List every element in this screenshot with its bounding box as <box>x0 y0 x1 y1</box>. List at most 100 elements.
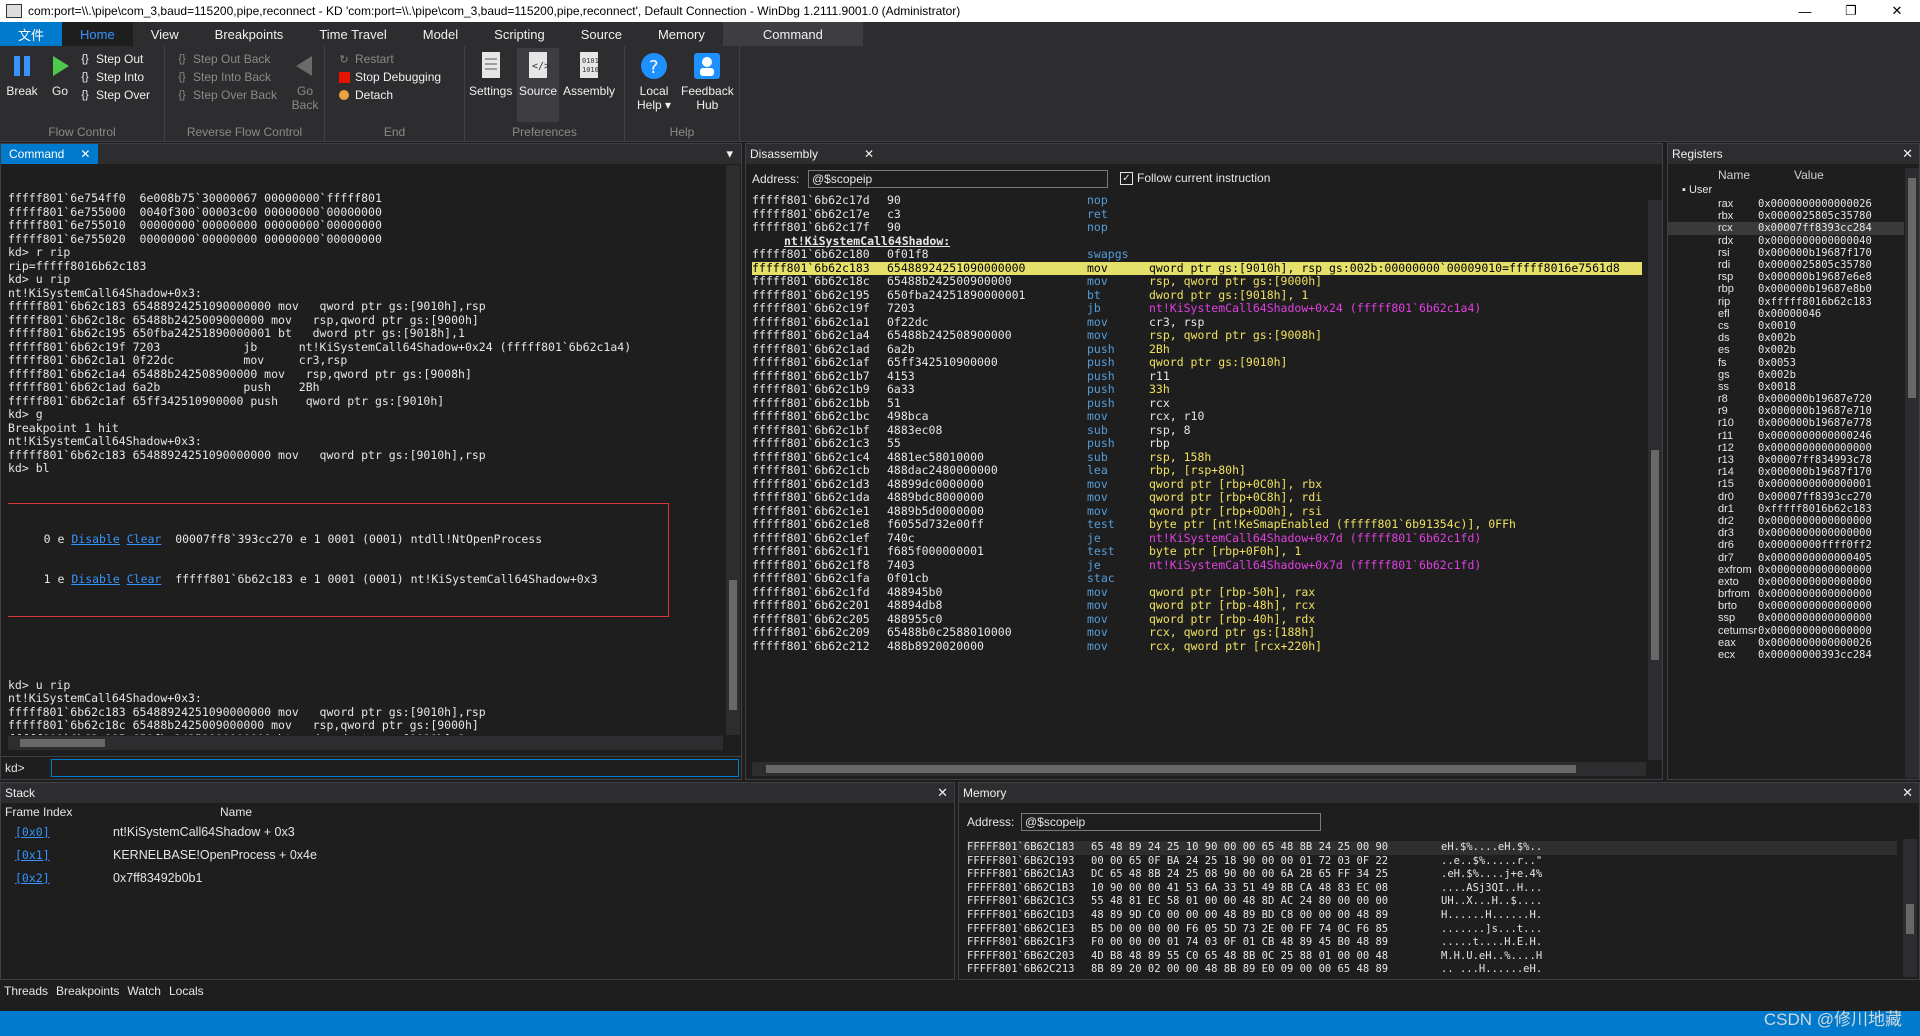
memory-row[interactable]: FFFFF801`6B62C1A3 DC 65 48 8B 24 25 08 90… <box>967 868 1897 882</box>
minimize-button[interactable]: — <box>1782 0 1828 22</box>
step-into-button[interactable]: {} Step Into <box>78 70 144 84</box>
register-row[interactable]: rcx 0x00007ff8393cc284 <box>1668 222 1904 235</box>
register-row[interactable]: efl 0x00000046 <box>1668 308 1904 320</box>
register-row[interactable]: brfrom 0x0000000000000000 <box>1668 588 1904 600</box>
register-row[interactable]: cetumsr 0x0000000000000000 <box>1668 625 1904 637</box>
memory-address-input[interactable]: @$scopeip <box>1021 813 1321 831</box>
menu-memory[interactable]: Memory <box>640 22 723 46</box>
memory-row[interactable]: FFFFF801`6B62C213 8B 89 20 02 00 00 48 8B… <box>967 963 1897 977</box>
memory-vscroll-thumb[interactable] <box>1906 904 1914 934</box>
register-row[interactable]: fs 0x0053 <box>1668 356 1904 369</box>
disasm-vscroll-thumb[interactable] <box>1651 450 1659 660</box>
feedback-hub-button[interactable]: Feedback Hub <box>681 50 734 112</box>
address-input[interactable]: @$scopeip <box>808 170 1108 188</box>
go-button[interactable]: Go <box>44 50 76 98</box>
tab-memory[interactable]: Memory <box>963 786 1006 800</box>
step-over-back-button[interactable]: {} Step Over Back <box>175 88 277 102</box>
disasm-vscrollbar[interactable] <box>1648 200 1662 760</box>
step-out-back-button[interactable]: {} Step Out Back <box>175 52 270 66</box>
disasm-row[interactable]: fffff801`6b62c212 488b8920020000 mov rcx, q… <box>752 639 1642 654</box>
command-input[interactable] <box>51 758 739 777</box>
tab-threads[interactable]: Threads <box>0 984 48 998</box>
bp1-disable-link[interactable]: Disable <box>71 572 119 586</box>
memory-row[interactable]: FFFFF801`6B62C1C3 55 48 81 EC 58 01 00 00… <box>967 895 1897 909</box>
follow-current-checkbox[interactable]: ✓ Follow current instruction <box>1120 171 1270 185</box>
register-row[interactable]: r8 0x000000b19687e720 <box>1668 393 1904 405</box>
disasm-row[interactable]: fffff801`6b62c1bb 51 push rcx <box>752 396 1642 411</box>
close-icon[interactable]: ✕ <box>1902 785 1913 801</box>
register-row[interactable]: rbp 0x000000b19687e8b0 <box>1668 283 1904 295</box>
register-row[interactable]: rbx 0x0000025805c35780 <box>1668 210 1904 222</box>
disasm-row[interactable]: fffff801`6b62c1b9 6a33 push 33h <box>752 382 1642 397</box>
close-icon[interactable]: ✕ <box>80 147 90 161</box>
disasm-row[interactable]: fffff801`6b62c17e c3 ret <box>752 207 1642 222</box>
disasm-row[interactable]: fffff801`6b62c1ad 6a2b push 2Bh <box>752 342 1642 357</box>
disasm-row[interactable]: fffff801`6b62c1f8 7403 je nt!KiSystemCall64… <box>752 558 1642 573</box>
register-row[interactable]: rdx 0x0000000000000040 <box>1668 235 1904 247</box>
bp0-disable-link[interactable]: Disable <box>71 532 119 546</box>
close-button[interactable]: ✕ <box>1874 0 1920 22</box>
memory-row[interactable]: FFFFF801`6B62C1E3 B5 D0 00 00 00 F6 05 5D… <box>967 923 1897 937</box>
bp1-clear-link[interactable]: Clear <box>127 572 162 586</box>
stop-debugging-button[interactable]: Stop Debugging <box>337 70 441 84</box>
register-row[interactable]: r15 0x0000000000000001 <box>1668 478 1904 490</box>
register-row[interactable]: eax 0x0000000000000026 <box>1668 637 1904 649</box>
close-icon[interactable]: ✕ <box>1902 146 1913 162</box>
menu-file[interactable]: 文件 <box>0 22 63 46</box>
tab-watch[interactable]: Watch <box>127 984 161 998</box>
menu-time-travel[interactable]: Time Travel <box>301 22 404 46</box>
memory-row[interactable]: FFFFF801`6B62C1F3 F0 00 00 00 01 74 03 0F… <box>967 936 1897 950</box>
register-row[interactable]: r10 0x000000b19687e778 <box>1668 417 1904 429</box>
disasm-row[interactable]: fffff801`6b62c1f1 f685f000000001 test byte … <box>752 544 1642 559</box>
disasm-row[interactable]: fffff801`6b62c1e8 f6055d732e00ff test byte … <box>752 517 1642 532</box>
disasm-row[interactable]: fffff801`6b62c1d3 48899dc0000000 mov qword … <box>752 477 1642 492</box>
disasm-row[interactable]: fffff801`6b62c1c3 55 push rbp <box>752 436 1642 451</box>
disasm-row[interactable]: fffff801`6b62c1cb 488dac2480000000 lea rbp,… <box>752 463 1642 478</box>
memory-row[interactable]: FFFFF801`6B62C193 00 00 65 0F BA 24 25 18… <box>967 855 1897 869</box>
disasm-row[interactable]: fffff801`6b62c1ef 740c je nt!KiSystemCall64… <box>752 531 1642 546</box>
register-row[interactable]: brto 0x0000000000000000 <box>1668 600 1904 612</box>
disasm-row[interactable]: fffff801`6b62c1c4 4881ec58010000 sub rsp, 1… <box>752 450 1642 465</box>
register-row[interactable]: cs 0x0010 <box>1668 320 1904 332</box>
command-vscroll-thumb[interactable] <box>729 580 737 710</box>
command-hscroll-thumb[interactable] <box>20 739 105 747</box>
step-over-button[interactable]: {} Step Over <box>78 88 150 102</box>
disasm-row[interactable]: fffff801`6b62c180 0f01f8 swapgs <box>752 247 1642 262</box>
register-row[interactable]: rax 0x0000000000000026 <box>1668 198 1904 210</box>
frame-index-link[interactable]: [0x0] <box>15 825 113 840</box>
disasm-row[interactable]: fffff801`6b62c17f 90 nop <box>752 220 1642 235</box>
disasm-row[interactable]: nt!KiSystemCall64Shadow: <box>752 234 1642 249</box>
disasm-row[interactable]: fffff801`6b62c18c 65488b242500900000 mov rs… <box>752 274 1642 289</box>
memory-row[interactable]: FFFFF801`6B62C203 4D B8 48 89 55 C0 65 48… <box>967 950 1897 964</box>
menu-model[interactable]: Model <box>405 22 476 46</box>
register-row[interactable]: ssp 0x0000000000000000 <box>1668 612 1904 624</box>
step-into-back-button[interactable]: {} Step Into Back <box>175 70 271 84</box>
menu-home[interactable]: Home <box>62 22 133 46</box>
register-row[interactable]: dr1 0xfffff8016b62c183 <box>1668 503 1904 515</box>
local-help-button[interactable]: ? Local Help ▾ <box>637 50 671 112</box>
disasm-row[interactable]: fffff801`6b62c1e1 4889b5d0000000 mov qword … <box>752 504 1642 519</box>
frame-index-link[interactable]: [0x1] <box>15 848 113 863</box>
source-button[interactable]: </> Source <box>517 48 559 122</box>
disasm-row[interactable]: fffff801`6b62c1af 65ff342510900000 push qwo… <box>752 355 1642 370</box>
menu-source[interactable]: Source <box>563 22 640 46</box>
register-row[interactable]: ss 0x0018 <box>1668 381 1904 393</box>
tab-command[interactable]: Command ✕ <box>1 144 99 164</box>
disasm-row[interactable]: fffff801`6b62c19f 7203 jb nt!KiSystemCall64… <box>752 301 1642 316</box>
disasm-row[interactable]: fffff801`6b62c1fd 488945b0 mov qword ptr [r… <box>752 585 1642 600</box>
disasm-row[interactable]: fffff801`6b62c1bf 4883ec08 sub rsp, 8 <box>752 423 1642 438</box>
register-row[interactable]: rsi 0x000000b19687f170 <box>1668 247 1904 259</box>
disasm-row[interactable]: fffff801`6b62c1b7 4153 push r11 <box>752 369 1642 384</box>
menu-breakpoints[interactable]: Breakpoints <box>197 22 302 46</box>
registers-vscrollbar[interactable] <box>1905 168 1919 778</box>
bp0-clear-link[interactable]: Clear <box>127 532 162 546</box>
register-row[interactable]: r11 0x0000000000000246 <box>1668 430 1904 442</box>
tab-breakpoints[interactable]: Breakpoints <box>56 984 119 998</box>
tab-locals[interactable]: Locals <box>169 984 204 998</box>
register-row[interactable]: dr7 0x0000000000000405 <box>1668 551 1904 564</box>
disasm-row[interactable]: fffff801`6b62c1a4 65488b242508900000 mov rs… <box>752 328 1642 343</box>
close-icon[interactable]: ✕ <box>864 147 874 161</box>
frame-index-link[interactable]: [0x2] <box>15 871 113 886</box>
menu-scripting[interactable]: Scripting <box>476 22 563 46</box>
tab-stack[interactable]: Stack <box>5 786 35 800</box>
